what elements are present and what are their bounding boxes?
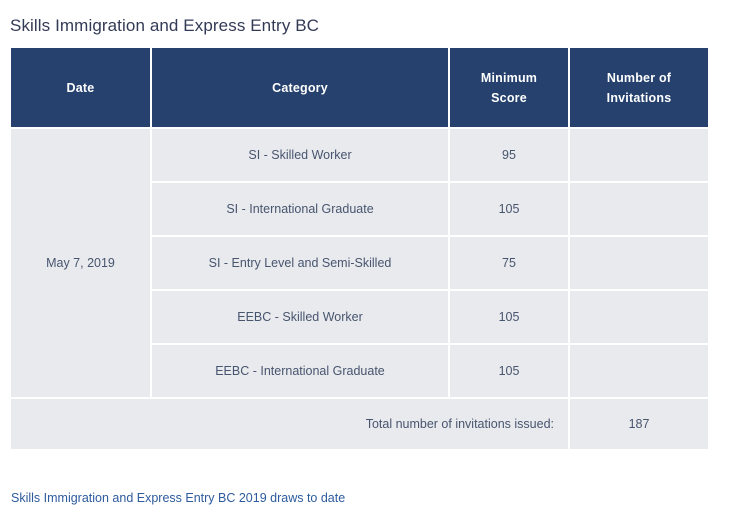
table-body: May 7, 2019 SI - Skilled Worker 95 SI - … <box>11 129 708 449</box>
date-cell: May 7, 2019 <box>11 129 150 397</box>
minimum-score-cell: 75 <box>450 237 568 289</box>
number-of-invitations-cell <box>570 129 708 181</box>
draws-table-container: Date Category Minimum Score Number of In… <box>11 48 708 449</box>
minimum-score-cell: 105 <box>450 345 568 397</box>
number-of-invitations-cell <box>570 183 708 235</box>
minimum-score-cell: 95 <box>450 129 568 181</box>
total-value: 187 <box>570 399 708 449</box>
table-row: May 7, 2019 SI - Skilled Worker 95 <box>11 129 708 397</box>
column-header-number-of-invitations: Number of Invitations <box>570 48 708 127</box>
column-header-number-of-invitations-line1: Number of <box>606 70 672 85</box>
draws-to-date-link[interactable]: Skills Immigration and Express Entry BC … <box>11 489 345 507</box>
column-header-number-of-invitations-line2: Invitations <box>606 90 672 105</box>
category-cell: EEBC - Skilled Worker <box>152 291 448 343</box>
number-of-invitations-cell <box>570 237 708 289</box>
category-cell: SI - Skilled Worker <box>152 129 448 181</box>
column-header-date: Date <box>11 48 150 127</box>
table-header-row: Date Category Minimum Score Number of In… <box>11 48 708 127</box>
table-total-row: Total number of invitations issued: 187 <box>11 399 708 449</box>
category-cell: SI - International Graduate <box>152 183 448 235</box>
category-cell: SI - Entry Level and Semi-Skilled <box>152 237 448 289</box>
total-label: Total number of invitations issued: <box>11 399 568 449</box>
number-of-invitations-cell <box>570 291 708 343</box>
column-header-minimum-score-line2: Score <box>491 90 527 105</box>
page-title: Skills Immigration and Express Entry BC <box>10 16 320 36</box>
number-of-invitations-cell <box>570 345 708 397</box>
minimum-score-cell: 105 <box>450 291 568 343</box>
column-header-minimum-score: Minimum Score <box>450 48 568 127</box>
minimum-score-cell: 105 <box>450 183 568 235</box>
column-header-minimum-score-line1: Minimum <box>480 70 538 85</box>
table-header: Date Category Minimum Score Number of In… <box>11 48 708 127</box>
column-header-category: Category <box>152 48 448 127</box>
draws-table: Date Category Minimum Score Number of In… <box>9 46 710 451</box>
category-cell: EEBC - International Graduate <box>152 345 448 397</box>
